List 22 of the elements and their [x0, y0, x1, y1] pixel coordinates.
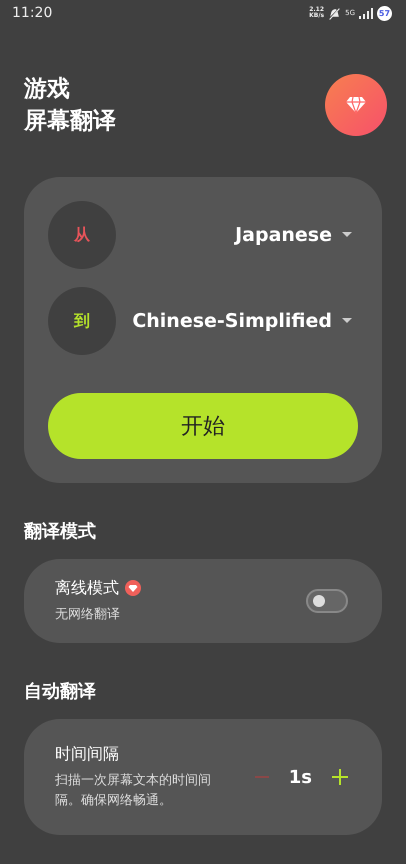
setting-description: 无网络翻译 — [55, 606, 121, 624]
language-dropdown[interactable]: Japanese — [235, 224, 352, 246]
signal-icon — [359, 8, 373, 18]
increase-button[interactable] — [332, 769, 348, 785]
battery-level: 57 — [377, 6, 392, 20]
section-title: 翻译模式 — [24, 520, 97, 543]
caret-icon — [342, 232, 352, 238]
section-title: 自动翻译 — [24, 680, 97, 703]
setting-name: 离线模式 — [55, 578, 119, 598]
language-label: 从 — [48, 201, 116, 269]
diamond-icon — [345, 96, 367, 114]
language-label: 到 — [48, 287, 116, 355]
start-button[interactable]: 开始 — [48, 393, 358, 459]
toggle-switch[interactable] — [306, 589, 348, 613]
interval-value: 1s — [288, 766, 312, 788]
muted-bell-icon — [328, 6, 342, 20]
setting-description: 扫描一次屏幕文本的时间间隔。确保网络畅通。 — [55, 772, 212, 810]
status-time: 11:20 — [12, 5, 52, 21]
app-title: 游戏 屏幕翻译 — [24, 75, 116, 136]
language-dropdown[interactable]: Chinese-Simplified — [132, 310, 352, 332]
caret-icon — [342, 318, 352, 324]
setting-name: 时间间隔 — [55, 744, 119, 764]
